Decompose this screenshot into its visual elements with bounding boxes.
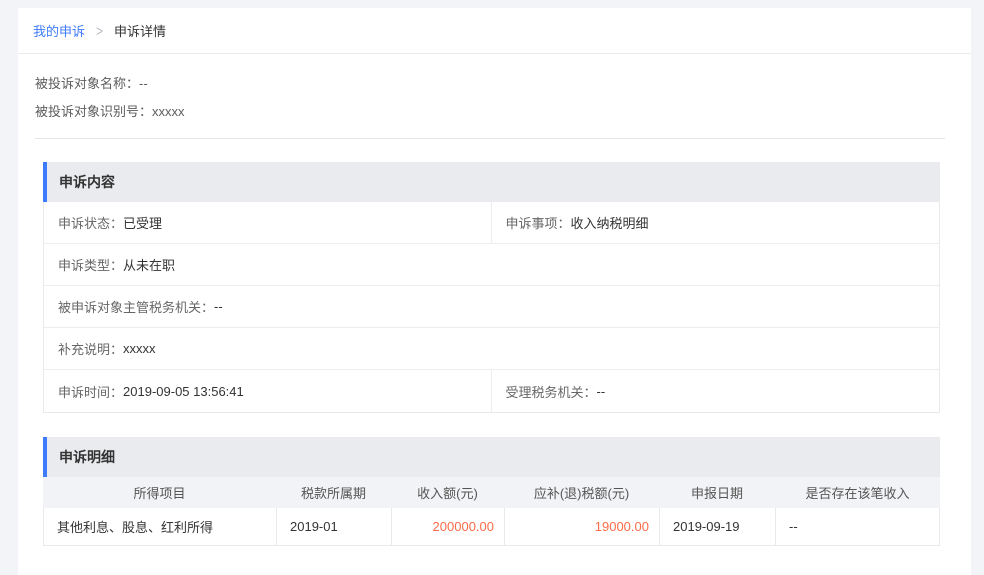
target-id-label: 被投诉对象识别号 xyxy=(35,104,139,119)
header-income-item: 所得项目 xyxy=(43,477,276,508)
target-id-line: 被投诉对象识别号：xxxxx xyxy=(35,98,971,126)
breadcrumb: 我的申诉 > 申诉详情 xyxy=(18,8,971,54)
appeal-detail-title: 申诉明细 xyxy=(43,437,940,477)
header-income-exists: 是否存在该笔收入 xyxy=(775,477,940,508)
row-appeal-type: 申诉类型：从未在职 xyxy=(44,244,939,286)
target-name-label: 被投诉对象名称 xyxy=(35,76,126,91)
cell-tax-authority-of-target: 被申诉对象主管税务机关：-- xyxy=(44,286,939,327)
cell-declare-date: 2019-09-19 xyxy=(660,508,776,545)
row-time-authority: 申诉时间：2019-09-05 13:56:41 受理税务机关：-- xyxy=(44,370,939,412)
row-status-matter: 申诉状态：已受理 申诉事项：收入纳税明细 xyxy=(44,202,939,244)
breadcrumb-current-page: 申诉详情 xyxy=(114,21,166,40)
header-tax-due-refund: 应补(退)税额(元) xyxy=(504,477,659,508)
appeal-status-value: 已受理 xyxy=(123,213,162,232)
target-id-value: xxxxx xyxy=(152,104,185,119)
section-divider xyxy=(35,138,945,139)
cell-supplement: 补充说明：xxxxx xyxy=(44,328,939,369)
cell-appeal-matter: 申诉事项：收入纳税明细 xyxy=(492,202,940,243)
appeal-time-label: 申诉时间 xyxy=(58,382,110,401)
chevron-right-icon: > xyxy=(96,22,103,40)
colon: ： xyxy=(110,255,123,274)
appeal-content-body: 申诉状态：已受理 申诉事项：收入纳税明细 申诉类型：从未在职 被申诉对象主管税务… xyxy=(43,202,940,413)
appeal-status-label: 申诉状态 xyxy=(58,213,110,232)
target-tax-authority-label: 被申诉对象主管税务机关 xyxy=(58,297,201,316)
target-name-line: 被投诉对象名称：-- xyxy=(35,70,971,98)
appeal-type-value: 从未在职 xyxy=(123,255,175,274)
colon: ： xyxy=(584,382,597,401)
target-tax-authority-value: -- xyxy=(214,299,223,314)
row-supplement: 补充说明：xxxxx xyxy=(44,328,939,370)
appeal-content-title: 申诉内容 xyxy=(43,162,940,202)
colon: ： xyxy=(139,104,152,119)
content-card: 我的申诉 > 申诉详情 被投诉对象名称：-- 被投诉对象识别号：xxxxx 申诉… xyxy=(18,8,971,575)
row-tax-authority-of-target: 被申诉对象主管税务机关：-- xyxy=(44,286,939,328)
colon: ： xyxy=(110,382,123,401)
cell-appeal-type: 申诉类型：从未在职 xyxy=(44,244,939,285)
detail-table-header: 所得项目 税款所属期 收入额(元) 应补(退)税额(元) 申报日期 是否存在该笔… xyxy=(43,477,940,508)
appeal-matter-value: 收入纳税明细 xyxy=(571,213,649,232)
accepting-authority-value: -- xyxy=(597,384,606,399)
supplement-value: xxxxx xyxy=(123,341,156,356)
cell-accepting-authority: 受理税务机关：-- xyxy=(492,370,940,412)
colon: ： xyxy=(110,213,123,232)
appeal-content-panel: 申诉内容 申诉状态：已受理 申诉事项：收入纳税明细 申诉类型：从未在职 被申诉对… xyxy=(43,162,940,413)
colon: ： xyxy=(126,76,139,91)
table-row: 其他利息、股息、红利所得 2019-01 200000.00 19000.00 … xyxy=(43,508,940,546)
header-income-amount: 收入额(元) xyxy=(391,477,504,508)
appeal-detail-panel: 申诉明细 所得项目 税款所属期 收入额(元) 应补(退)税额(元) 申报日期 是… xyxy=(43,437,940,546)
cell-tax-due-refund: 19000.00 xyxy=(505,508,660,545)
target-name-value: -- xyxy=(139,76,148,91)
appeal-time-value: 2019-09-05 13:56:41 xyxy=(123,384,244,399)
header-declare-date: 申报日期 xyxy=(659,477,775,508)
cell-appeal-time: 申诉时间：2019-09-05 13:56:41 xyxy=(44,370,492,412)
appeal-type-label: 申诉类型 xyxy=(58,255,110,274)
cell-income-exists: -- xyxy=(776,508,939,545)
breadcrumb-link-my-appeals[interactable]: 我的申诉 xyxy=(33,21,85,40)
header-tax-period: 税款所属期 xyxy=(276,477,391,508)
target-info-block: 被投诉对象名称：-- 被投诉对象识别号：xxxxx xyxy=(18,54,971,126)
accepting-authority-label: 受理税务机关 xyxy=(506,382,584,401)
supplement-label: 补充说明 xyxy=(58,339,110,358)
cell-appeal-status: 申诉状态：已受理 xyxy=(44,202,492,243)
cell-income-amount: 200000.00 xyxy=(392,508,505,545)
cell-tax-period: 2019-01 xyxy=(277,508,392,545)
colon: ： xyxy=(201,297,214,316)
cell-income-item: 其他利息、股息、红利所得 xyxy=(44,508,277,545)
colon: ： xyxy=(558,213,571,232)
appeal-matter-label: 申诉事项 xyxy=(506,213,558,232)
colon: ： xyxy=(110,339,123,358)
